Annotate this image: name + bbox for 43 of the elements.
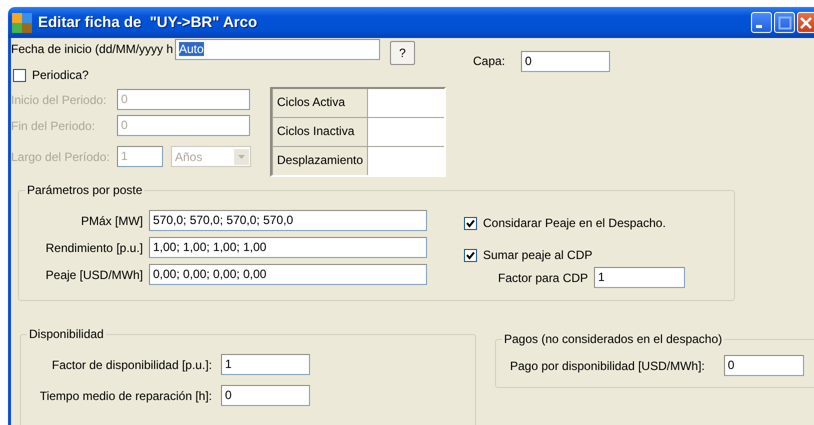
period-label: Fin del Periodo: bbox=[11, 118, 96, 132]
periodic-label: Periodica? bbox=[32, 68, 89, 82]
periodic-checkbox[interactable] bbox=[13, 68, 26, 82]
parameter-label: Peaje [USD/MWh] bbox=[44, 268, 144, 282]
period-length-label: Largo del Período: bbox=[11, 150, 111, 164]
close-icon bbox=[799, 16, 813, 30]
maximize-button[interactable] bbox=[774, 12, 795, 33]
availability-field[interactable]: 0 bbox=[221, 385, 310, 406]
checkbox-label: Sumar peaje al CDP bbox=[483, 248, 592, 262]
minimize-icon bbox=[756, 25, 762, 28]
start-date-label: Fecha de inicio (dd/MM/yyyy h bbox=[11, 42, 174, 56]
parameter-label: PMáx [MW] bbox=[80, 214, 144, 228]
group-title: Parámetros por poste bbox=[26, 183, 144, 197]
maximize-icon bbox=[778, 16, 792, 30]
checkbox-label: Considarar Peaje en el Despacho. bbox=[483, 216, 666, 230]
table-cell: Ciclos Inactiva bbox=[272, 118, 368, 146]
period-label: Inicio del Periodo: bbox=[11, 92, 108, 106]
payment-field[interactable]: 0 bbox=[724, 355, 804, 376]
parameter-field[interactable]: 570,0; 570,0; 570,0; 570,0 bbox=[149, 210, 427, 231]
start-date-field[interactable]: Auto bbox=[175, 39, 380, 60]
close-button[interactable] bbox=[797, 12, 814, 33]
table-cell: Ciclos Activa bbox=[272, 89, 368, 117]
caret-icon bbox=[234, 148, 249, 164]
payment-label: Pago por disponibilidad [USD/MWh]: bbox=[510, 358, 705, 372]
parameter-field[interactable]: 1,00; 1,00; 1,00; 1,00 bbox=[149, 237, 427, 258]
checkbox[interactable] bbox=[464, 248, 477, 262]
availability-label: Factor de disponibilidad [p.u.]: bbox=[50, 358, 213, 372]
checkbox[interactable] bbox=[464, 216, 477, 230]
parameter-field[interactable]: 0,00; 0,00; 0,00; 0,00 bbox=[149, 264, 427, 285]
cdp-factor-field[interactable]: 1 bbox=[594, 267, 686, 288]
help-button[interactable]: ? bbox=[390, 41, 415, 65]
minimize-button[interactable] bbox=[751, 12, 772, 33]
app-icon bbox=[12, 12, 32, 32]
layer-field[interactable]: 0 bbox=[521, 50, 610, 72]
group-title: Pagos (no considerados en el despacho) bbox=[503, 332, 724, 346]
window-title: Editar ficha de "UY->BR" Arco bbox=[38, 14, 258, 31]
cdp-factor-label: Factor para CDP bbox=[498, 270, 588, 284]
table-cell: Desplazamiento bbox=[272, 147, 368, 175]
availability-field[interactable]: 1 bbox=[221, 354, 310, 375]
availability-label: Tiempo medio de reparación [h]: bbox=[38, 388, 213, 402]
group-title: Disponibilidad bbox=[28, 327, 105, 341]
layer-label: Capa: bbox=[473, 54, 506, 68]
parameter-label: Rendimiento [p.u.] bbox=[44, 240, 144, 254]
